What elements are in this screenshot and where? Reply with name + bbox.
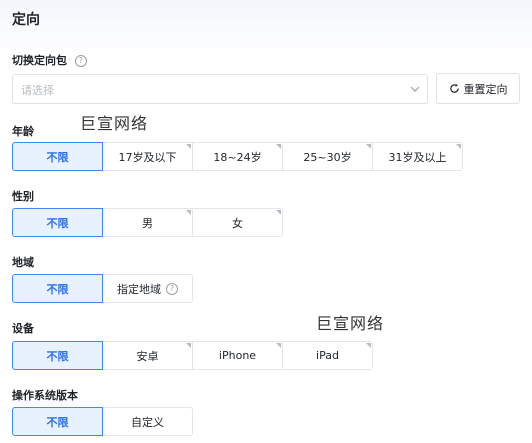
refresh-icon [449, 83, 459, 93]
option-label: 不限 [46, 216, 69, 230]
os-version-option-custom[interactable]: 自定义 [102, 407, 193, 436]
gender-options: 不限 男 女 [12, 208, 283, 237]
page-title: 定向 [12, 12, 40, 28]
option-label: 指定地域 [117, 282, 161, 296]
option-label: 女 [232, 216, 243, 230]
age-option-18-24[interactable]: 18~24岁 [192, 142, 283, 171]
os-version-option-unlimited[interactable]: 不限 [12, 407, 103, 436]
age-label: 年龄 [12, 125, 34, 138]
device-option-iphone[interactable]: iPhone [192, 341, 283, 370]
age-option-under-17[interactable]: 17岁及以下 [102, 142, 193, 171]
chevron-down-icon [410, 86, 420, 92]
device-options: 不限 安卓 iPhone iPad [12, 341, 373, 370]
age-option-25-30[interactable]: 25~30岁 [282, 142, 373, 171]
option-label: 自定义 [131, 415, 164, 429]
age-option-unlimited[interactable]: 不限 [12, 142, 103, 171]
region-option-specified[interactable]: 指定地域 ? [102, 274, 193, 303]
option-label: 不限 [46, 349, 69, 363]
gender-option-male[interactable]: 男 [102, 208, 193, 237]
option-label: 25~30岁 [303, 150, 352, 164]
corner-marker-icon [276, 144, 281, 149]
corner-marker-icon [366, 343, 371, 348]
corner-marker-icon [276, 343, 281, 348]
device-option-android[interactable]: 安卓 [102, 341, 193, 370]
option-label: 31岁及以上 [388, 150, 447, 164]
corner-marker-icon [276, 210, 281, 215]
device-option-unlimited[interactable]: 不限 [12, 341, 103, 370]
option-label: 不限 [46, 282, 69, 296]
device-label: 设备 [12, 322, 34, 335]
region-label: 地域 [12, 256, 34, 269]
corner-marker-icon [366, 144, 371, 149]
corner-marker-icon [186, 210, 191, 215]
gender-option-unlimited[interactable]: 不限 [12, 208, 103, 237]
age-option-31-plus[interactable]: 31岁及以上 [372, 142, 463, 171]
option-label: 不限 [46, 415, 69, 429]
corner-marker-icon [186, 343, 191, 348]
watermark-text: 巨宣网络 [80, 114, 149, 133]
reset-targeting-label: 重置定向 [463, 82, 508, 96]
os-version-options: 不限 自定义 [12, 407, 193, 436]
gender-option-female[interactable]: 女 [192, 208, 283, 237]
package-select-placeholder: 请选择 [21, 84, 54, 97]
device-option-ipad[interactable]: iPad [282, 341, 373, 370]
reset-targeting-button[interactable]: 重置定向 [436, 73, 520, 104]
package-select[interactable]: 请选择 [12, 74, 428, 104]
targeting-panel: 定向 切换定向包 ? 请选择 重置定向 巨宣网络 年龄 不限 17岁及以下 18… [0, 0, 532, 443]
option-label: 不限 [46, 150, 69, 164]
option-label: 安卓 [136, 349, 159, 363]
region-option-unlimited[interactable]: 不限 [12, 274, 103, 303]
gender-label: 性别 [12, 190, 34, 203]
package-label-row: 切换定向包 ? [12, 52, 87, 68]
option-label: iPad [316, 349, 339, 362]
corner-marker-icon [186, 144, 191, 149]
option-label: iPhone [218, 349, 257, 362]
help-icon[interactable]: ? [166, 282, 178, 295]
region-options: 不限 指定地域 ? [12, 274, 193, 303]
watermark-text: 巨宣网络 [316, 314, 385, 333]
os-version-label: 操作系统版本 [12, 389, 78, 402]
option-label: 17岁及以下 [118, 150, 177, 164]
package-label: 切换定向包 [12, 54, 67, 67]
option-label: 男 [142, 216, 153, 230]
option-label: 18~24岁 [213, 150, 262, 164]
help-icon[interactable]: ? [74, 55, 87, 67]
age-options: 不限 17岁及以下 18~24岁 25~30岁 31岁及以上 [12, 142, 463, 171]
corner-marker-icon [456, 144, 461, 149]
